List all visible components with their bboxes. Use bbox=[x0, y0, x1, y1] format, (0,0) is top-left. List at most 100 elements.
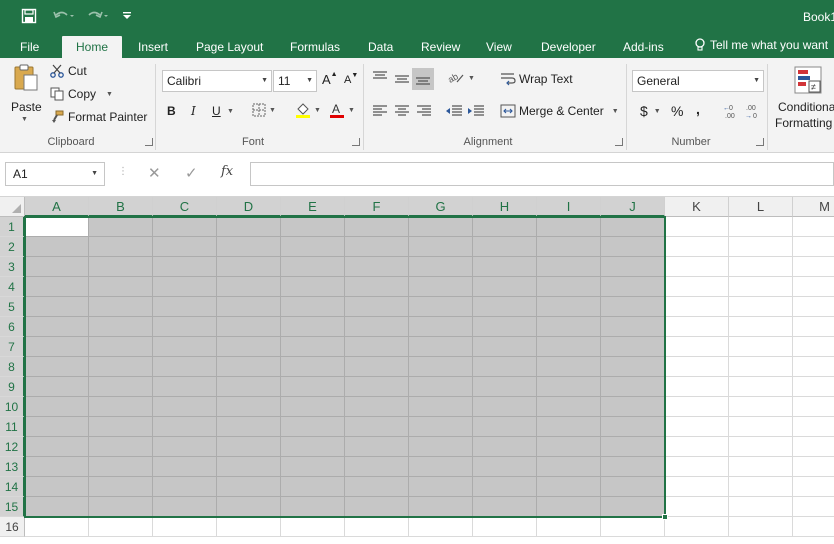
row-header-11[interactable]: 11 bbox=[0, 417, 25, 437]
cell-g6[interactable] bbox=[409, 317, 473, 337]
cell-l4[interactable] bbox=[729, 277, 793, 297]
tab-page-layout[interactable]: Page Layout bbox=[196, 38, 263, 58]
cell-m10[interactable] bbox=[793, 397, 834, 417]
cell-a4[interactable] bbox=[25, 277, 89, 297]
cell-b6[interactable] bbox=[89, 317, 153, 337]
cell-i15[interactable] bbox=[537, 497, 601, 517]
cell-g2[interactable] bbox=[409, 237, 473, 257]
cell-b7[interactable] bbox=[89, 337, 153, 357]
cell-j13[interactable] bbox=[601, 457, 665, 477]
cell-b14[interactable] bbox=[89, 477, 153, 497]
cell-b4[interactable] bbox=[89, 277, 153, 297]
cell-d4[interactable] bbox=[217, 277, 281, 297]
fill-color-button[interactable]: ▼ bbox=[295, 102, 321, 118]
cell-g16[interactable] bbox=[409, 517, 473, 537]
cell-h6[interactable] bbox=[473, 317, 537, 337]
cell-h16[interactable] bbox=[473, 517, 537, 537]
cell-k12[interactable] bbox=[665, 437, 729, 457]
cell-d12[interactable] bbox=[217, 437, 281, 457]
cell-d11[interactable] bbox=[217, 417, 281, 437]
increase-indent-icon[interactable] bbox=[467, 104, 485, 118]
cell-j16[interactable] bbox=[601, 517, 665, 537]
currency-button[interactable]: $ ▼ bbox=[640, 103, 661, 119]
cell-e7[interactable] bbox=[281, 337, 345, 357]
column-header-h[interactable]: H bbox=[473, 197, 537, 217]
cell-l5[interactable] bbox=[729, 297, 793, 317]
cell-m3[interactable] bbox=[793, 257, 834, 277]
cell-k9[interactable] bbox=[665, 377, 729, 397]
cell-c5[interactable] bbox=[153, 297, 217, 317]
cell-m2[interactable] bbox=[793, 237, 834, 257]
cell-j14[interactable] bbox=[601, 477, 665, 497]
borders-button[interactable]: ▼ bbox=[252, 103, 276, 117]
cell-i6[interactable] bbox=[537, 317, 601, 337]
row-header-6[interactable]: 6 bbox=[0, 317, 25, 337]
increase-decimal-icon[interactable]: ← 0.00 bbox=[722, 102, 740, 120]
tab-insert[interactable]: Insert bbox=[138, 38, 168, 58]
cell-b3[interactable] bbox=[89, 257, 153, 277]
column-header-l[interactable]: L bbox=[729, 197, 793, 217]
cell-e14[interactable] bbox=[281, 477, 345, 497]
cell-l12[interactable] bbox=[729, 437, 793, 457]
cell-i2[interactable] bbox=[537, 237, 601, 257]
cell-g15[interactable] bbox=[409, 497, 473, 517]
cell-c4[interactable] bbox=[153, 277, 217, 297]
cell-c2[interactable] bbox=[153, 237, 217, 257]
cell-l16[interactable] bbox=[729, 517, 793, 537]
column-header-c[interactable]: C bbox=[153, 197, 217, 217]
cell-f10[interactable] bbox=[345, 397, 409, 417]
cell-e8[interactable] bbox=[281, 357, 345, 377]
tell-me-box[interactable]: Tell me what you want bbox=[694, 38, 828, 52]
worksheet-grid[interactable]: A B C D E F G H I J K L M 1 2 3 4 5 6 7 8 9 10 11 12 13 14 15 16 bbox=[0, 197, 834, 544]
cell-i8[interactable] bbox=[537, 357, 601, 377]
underline-dropdown-icon[interactable]: ▼ bbox=[227, 108, 234, 115]
column-header-d[interactable]: D bbox=[217, 197, 281, 217]
column-header-b[interactable]: B bbox=[89, 197, 153, 217]
cell-k5[interactable] bbox=[665, 297, 729, 317]
cell-b1[interactable] bbox=[89, 217, 153, 237]
cell-m14[interactable] bbox=[793, 477, 834, 497]
cell-f11[interactable] bbox=[345, 417, 409, 437]
cell-a10[interactable] bbox=[25, 397, 89, 417]
cell-h9[interactable] bbox=[473, 377, 537, 397]
cell-k3[interactable] bbox=[665, 257, 729, 277]
cell-j9[interactable] bbox=[601, 377, 665, 397]
cancel-icon[interactable]: ✕ bbox=[148, 164, 161, 182]
cell-k7[interactable] bbox=[665, 337, 729, 357]
cell-d9[interactable] bbox=[217, 377, 281, 397]
cell-c9[interactable] bbox=[153, 377, 217, 397]
cell-l9[interactable] bbox=[729, 377, 793, 397]
cell-h4[interactable] bbox=[473, 277, 537, 297]
bold-button[interactable]: B bbox=[167, 104, 176, 118]
cell-d3[interactable] bbox=[217, 257, 281, 277]
cell-g10[interactable] bbox=[409, 397, 473, 417]
column-header-k[interactable]: K bbox=[665, 197, 729, 217]
paste-button[interactable]: Paste bbox=[11, 100, 42, 114]
cell-c8[interactable] bbox=[153, 357, 217, 377]
cell-m8[interactable] bbox=[793, 357, 834, 377]
row-header-4[interactable]: 4 bbox=[0, 277, 25, 297]
cell-i12[interactable] bbox=[537, 437, 601, 457]
cell-e16[interactable] bbox=[281, 517, 345, 537]
column-header-j[interactable]: J bbox=[601, 197, 665, 217]
cell-g8[interactable] bbox=[409, 357, 473, 377]
cell-j3[interactable] bbox=[601, 257, 665, 277]
tab-view[interactable]: View bbox=[486, 38, 512, 58]
fill-handle[interactable] bbox=[662, 514, 668, 520]
cell-h13[interactable] bbox=[473, 457, 537, 477]
cell-a13[interactable] bbox=[25, 457, 89, 477]
cell-l7[interactable] bbox=[729, 337, 793, 357]
cell-g7[interactable] bbox=[409, 337, 473, 357]
cell-l3[interactable] bbox=[729, 257, 793, 277]
cell-l15[interactable] bbox=[729, 497, 793, 517]
cell-l13[interactable] bbox=[729, 457, 793, 477]
cell-e1[interactable] bbox=[281, 217, 345, 237]
conditional-formatting-label-2[interactable]: Formatting bbox=[775, 116, 832, 130]
row-header-16[interactable]: 16 bbox=[0, 517, 25, 537]
cell-g9[interactable] bbox=[409, 377, 473, 397]
cell-k14[interactable] bbox=[665, 477, 729, 497]
merge-dropdown-icon[interactable]: ▼ bbox=[612, 108, 619, 115]
cell-g3[interactable] bbox=[409, 257, 473, 277]
cell-h14[interactable] bbox=[473, 477, 537, 497]
column-header-g[interactable]: G bbox=[409, 197, 473, 217]
